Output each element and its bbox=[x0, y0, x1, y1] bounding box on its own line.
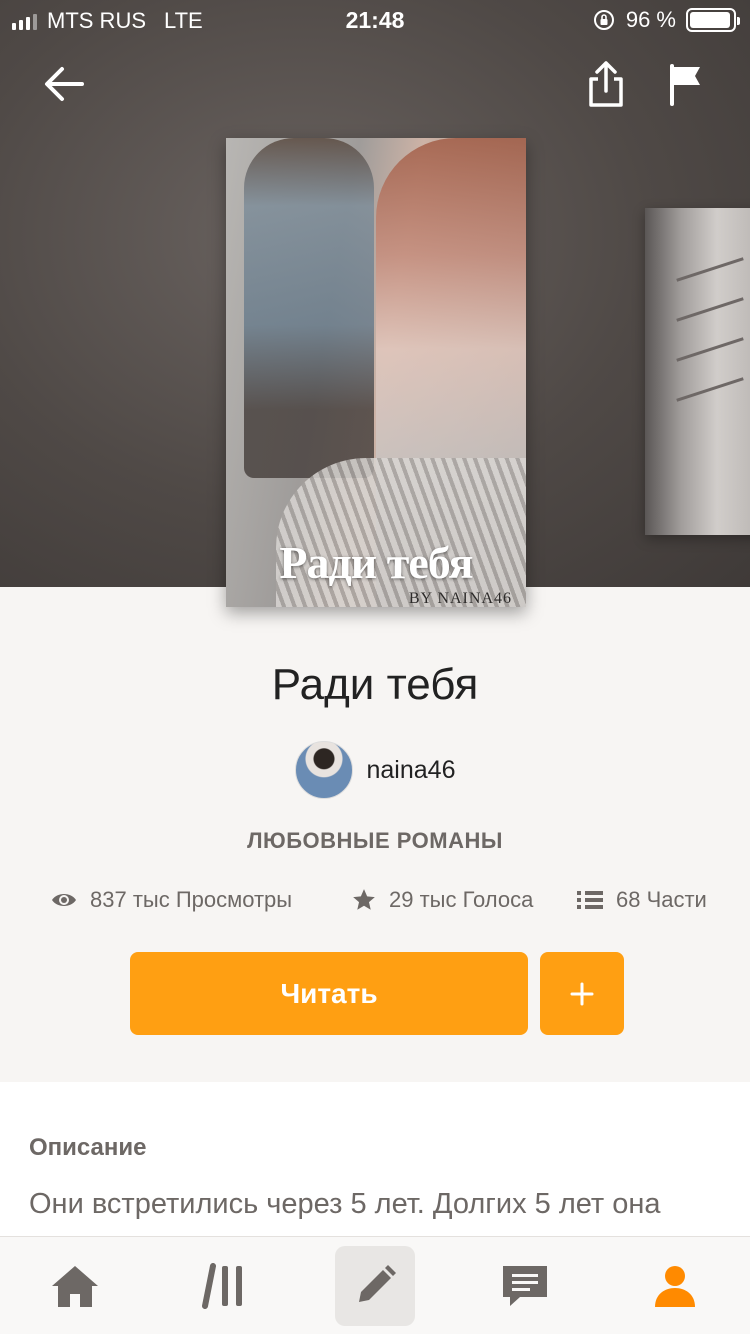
parts-label: 68 Части bbox=[616, 887, 707, 912]
cover-figure bbox=[244, 138, 374, 478]
votes-label: 29 тыс Голоса bbox=[389, 887, 534, 912]
tab-profile[interactable] bbox=[620, 1237, 730, 1334]
home-icon bbox=[52, 1266, 98, 1307]
tab-messages[interactable] bbox=[470, 1237, 580, 1334]
status-bar: MTS RUS LTE 21:48 96 % bbox=[0, 0, 750, 40]
write-icon bbox=[359, 1265, 396, 1302]
profile-icon bbox=[655, 1266, 695, 1307]
report-button[interactable] bbox=[658, 56, 714, 112]
views-label: 837 тыс Просмотры bbox=[90, 887, 293, 912]
stats-row: 837 тыс Просмотры 29 тыс Голоса 68 Части bbox=[0, 887, 750, 923]
eye-icon bbox=[52, 894, 76, 906]
messages-icon bbox=[503, 1266, 547, 1306]
rotation-lock-icon bbox=[593, 10, 614, 30]
cover-byline: BY NAINA46 bbox=[408, 590, 512, 607]
avatar[interactable] bbox=[294, 741, 353, 799]
author-name[interactable]: naina46 bbox=[367, 756, 456, 785]
author-row[interactable]: naina46 bbox=[0, 741, 750, 799]
category-label[interactable]: ЛЮБОВНЫЕ РОМАНЫ bbox=[0, 828, 750, 854]
description-heading: Описание bbox=[29, 1134, 147, 1161]
stat-votes: 29 тыс Голоса bbox=[351, 887, 533, 913]
share-icon bbox=[589, 61, 623, 107]
add-to-library-button[interactable] bbox=[540, 952, 624, 1035]
tab-home[interactable] bbox=[20, 1237, 130, 1334]
list-icon bbox=[577, 891, 603, 909]
back-button[interactable] bbox=[36, 56, 92, 112]
stat-parts: 68 Части bbox=[576, 887, 707, 913]
battery-percent: 96 % bbox=[625, 7, 676, 32]
status-right: 96 % bbox=[592, 7, 740, 33]
tab-bar bbox=[0, 1236, 750, 1334]
cover-title: Ради тебя bbox=[279, 537, 473, 588]
share-button[interactable] bbox=[578, 56, 634, 112]
tab-write[interactable] bbox=[320, 1237, 430, 1334]
flag-icon bbox=[670, 64, 700, 106]
arrow-left-icon bbox=[45, 67, 84, 101]
book-title: Ради тебя bbox=[271, 660, 479, 709]
book-cover[interactable]: Ради тебя BY NAINA46 bbox=[226, 138, 526, 607]
description-text: Они встретились через 5 лет. Долгих 5 ле… bbox=[29, 1188, 661, 1220]
library-icon bbox=[202, 1263, 242, 1309]
plus-icon bbox=[570, 982, 594, 1005]
battery-icon bbox=[686, 8, 740, 32]
tab-library[interactable] bbox=[170, 1237, 280, 1334]
next-cover[interactable] bbox=[645, 208, 750, 535]
stat-views: 837 тыс Просмотры bbox=[50, 887, 292, 913]
star-icon bbox=[353, 889, 375, 910]
read-button[interactable]: Читать bbox=[130, 952, 528, 1035]
